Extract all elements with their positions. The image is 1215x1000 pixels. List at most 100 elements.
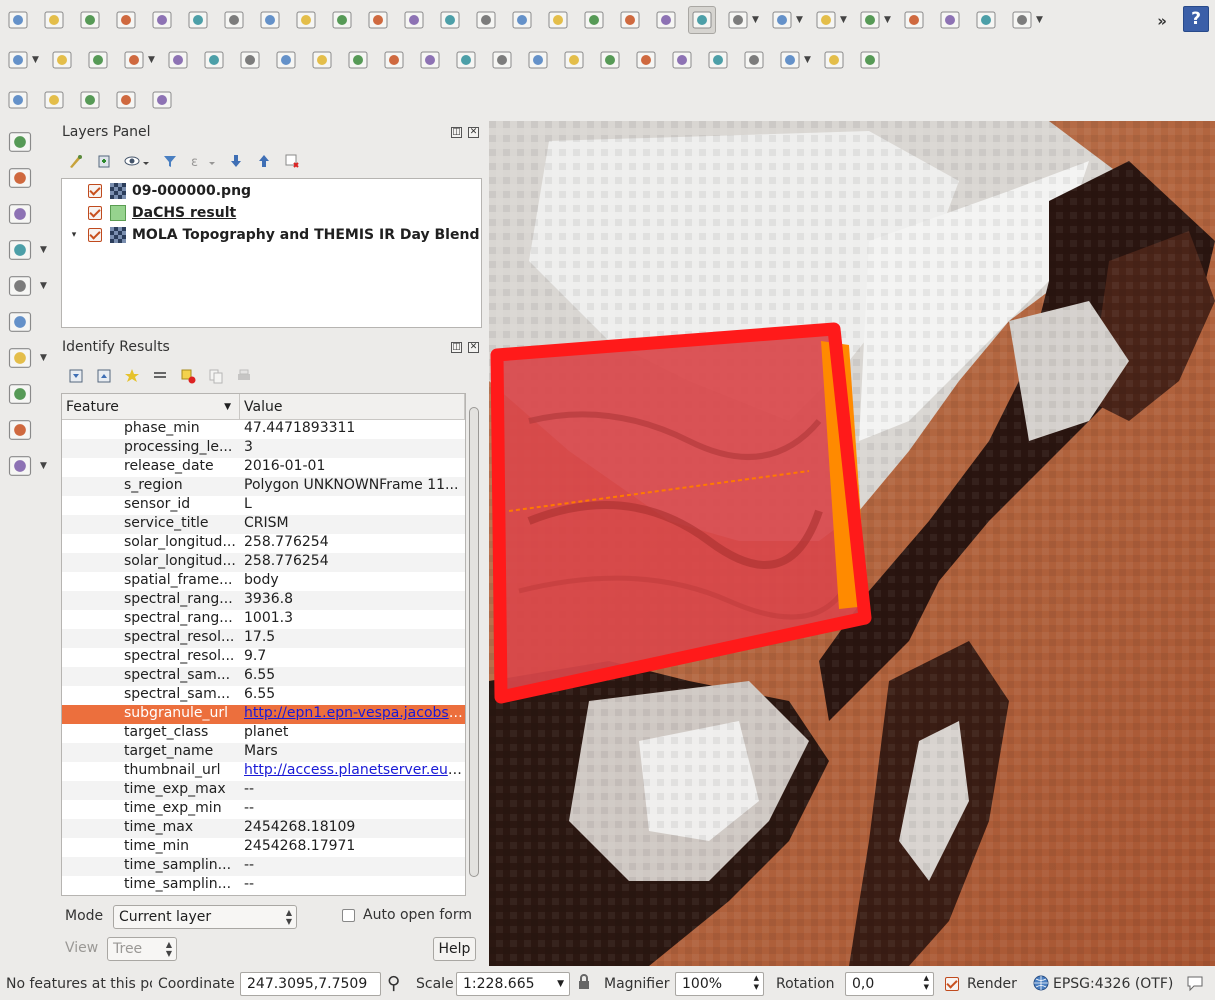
new-map-view-icon[interactable]: [580, 6, 608, 34]
save-as-icon[interactable]: [112, 6, 140, 34]
table-row[interactable]: time_samplin... --: [62, 876, 465, 895]
csw-icon[interactable]: [632, 46, 660, 74]
crs-label[interactable]: EPSG:4326 (OTF): [1053, 976, 1173, 992]
table-row[interactable]: spectral_sam... 6.55: [62, 686, 465, 705]
paste-features-icon[interactable]: [308, 46, 336, 74]
dropdown-arrow-icon[interactable]: ▼: [840, 15, 850, 25]
layer-row-dachs[interactable]: DaCHS result: [62, 202, 236, 224]
open-project-icon[interactable]: [40, 6, 68, 34]
dropdown-arrow-icon[interactable]: ▼: [40, 461, 47, 471]
add-spatialite-icon[interactable]: [0, 196, 58, 232]
rotate-label-icon[interactable]: [524, 46, 552, 74]
table-row[interactable]: processing_le... 3: [62, 439, 465, 458]
coordinate-input[interactable]: 247.3095,7.7509: [240, 972, 381, 996]
filter-icon[interactable]: [162, 153, 178, 169]
results-scrollbar[interactable]: [466, 393, 482, 896]
view-select[interactable]: Tree ▲ ▼: [107, 937, 177, 961]
add-group-icon[interactable]: [96, 153, 112, 169]
dropdown-arrow-icon[interactable]: ▼: [148, 55, 158, 65]
add-postgis-icon[interactable]: ▼: [0, 232, 58, 268]
wms-icon[interactable]: [596, 46, 624, 74]
diagram-icon[interactable]: [380, 46, 408, 74]
add-wfs-icon[interactable]: [0, 304, 58, 340]
add-vector-icon[interactable]: ▼: [0, 340, 58, 376]
value-link[interactable]: http://epn1.epn-vespa.jacobs-uni: [240, 705, 465, 724]
save-edits-icon[interactable]: [84, 46, 112, 74]
save-project-icon[interactable]: [76, 6, 104, 34]
add-virtual-icon[interactable]: [0, 412, 58, 448]
label-icon[interactable]: [344, 46, 372, 74]
dropdown-arrow-icon[interactable]: ▼: [1036, 15, 1046, 25]
sort-za-icon[interactable]: [40, 86, 68, 114]
layer-row-png[interactable]: 09-000000.png: [62, 180, 251, 202]
dropdown-arrow-icon[interactable]: ▼: [32, 55, 42, 65]
select-icon[interactable]: [768, 6, 796, 34]
samp-icon[interactable]: [148, 86, 176, 114]
filter-expression-icon[interactable]: ε: [190, 153, 216, 170]
table-row[interactable]: sensor_id L: [62, 496, 465, 515]
copy-features-icon[interactable]: [272, 46, 300, 74]
python-icon[interactable]: [668, 46, 696, 74]
help-button-identify[interactable]: Help: [433, 937, 476, 961]
identify-icon[interactable]: [688, 6, 716, 34]
action-icon[interactable]: [724, 6, 752, 34]
scale-combo[interactable]: 1:228.665 ▼: [456, 972, 570, 996]
zoom-to-selection-icon[interactable]: [436, 6, 464, 34]
delete-selected-icon[interactable]: [200, 46, 228, 74]
collapse-tree-icon[interactable]: [96, 368, 112, 384]
new-layer-icon[interactable]: ▼: [0, 448, 58, 484]
table-row[interactable]: subgranule_url http://epn1.epn-vespa.jaco…: [62, 705, 465, 724]
add-delimited-icon[interactable]: [0, 376, 58, 412]
table-row[interactable]: solar_longitud... 258.776254: [62, 534, 465, 553]
sort-az-icon[interactable]: [4, 86, 32, 114]
auto-open-form-checkbox[interactable]: [342, 909, 355, 922]
ipython-icon[interactable]: [704, 46, 732, 74]
mosaic-icon[interactable]: [112, 86, 140, 114]
processing-icon[interactable]: [740, 46, 768, 74]
refresh-icon[interactable]: [652, 6, 680, 34]
pan-icon[interactable]: [220, 6, 248, 34]
expand-arrow-icon[interactable]: ▾: [68, 230, 80, 240]
table-row[interactable]: solar_longitud... 258.776254: [62, 553, 465, 572]
scrollbar-thumb[interactable]: [469, 407, 479, 877]
table-row[interactable]: s_region Polygon UNKNOWNFrame 11...: [62, 477, 465, 496]
table-row[interactable]: spectral_resol... 9.7: [62, 648, 465, 667]
attribute-table-icon[interactable]: [900, 6, 928, 34]
field-calculator-icon[interactable]: [936, 6, 964, 34]
show-labels-icon[interactable]: [452, 46, 480, 74]
plot-icon[interactable]: [856, 46, 884, 74]
toolbar-overflow-icon[interactable]: »: [1157, 12, 1167, 30]
dropdown-arrow-icon[interactable]: ▼: [796, 15, 806, 25]
map-canvas[interactable]: [489, 121, 1215, 966]
expand-new-icon[interactable]: [124, 368, 140, 384]
help-button[interactable]: ?: [1183, 6, 1209, 32]
collapse-all-icon[interactable]: [256, 153, 272, 169]
expression-select-icon[interactable]: [812, 6, 840, 34]
deselect-icon[interactable]: [856, 6, 884, 34]
table-row[interactable]: time_max 2454268.18109: [62, 819, 465, 838]
table-row[interactable]: spectral_sam... 6.55: [62, 667, 465, 686]
cut-features-icon[interactable]: [236, 46, 264, 74]
mode-select[interactable]: Current layer ▲ ▼: [113, 905, 297, 929]
table-row[interactable]: time_samplin... --: [62, 857, 465, 876]
expand-all-icon[interactable]: [228, 153, 244, 169]
remove-layer-icon[interactable]: [284, 153, 300, 169]
zoom-out-icon[interactable]: [328, 6, 356, 34]
value-column-header[interactable]: Value: [240, 394, 465, 419]
rotation-spinbox[interactable]: 0,0 ▲ ▼: [845, 972, 934, 996]
clear-results-icon[interactable]: [180, 368, 196, 384]
zoom-native-icon[interactable]: [364, 6, 392, 34]
expand-tree-icon[interactable]: [68, 368, 84, 384]
globe-icon[interactable]: [1033, 975, 1049, 995]
close-panel-icon[interactable]: ✕: [468, 127, 479, 138]
open-form-icon[interactable]: [152, 368, 168, 384]
copy-feature-icon[interactable]: [208, 368, 224, 384]
table-row[interactable]: thumbnail_url http://access.planetserver.…: [62, 762, 465, 781]
dropdown-arrow-icon[interactable]: ▼: [884, 15, 894, 25]
value-link[interactable]: http://access.planetserver.eu:808: [240, 762, 465, 781]
layer-visibility-checkbox[interactable]: [88, 184, 102, 198]
table-row[interactable]: time_exp_min --: [62, 800, 465, 819]
toggle-edit-icon[interactable]: [48, 46, 76, 74]
layer-row-mola[interactable]: ▾ MOLA Topography and THEMIS IR Day Blen…: [62, 224, 479, 246]
style-icon[interactable]: [68, 153, 84, 169]
